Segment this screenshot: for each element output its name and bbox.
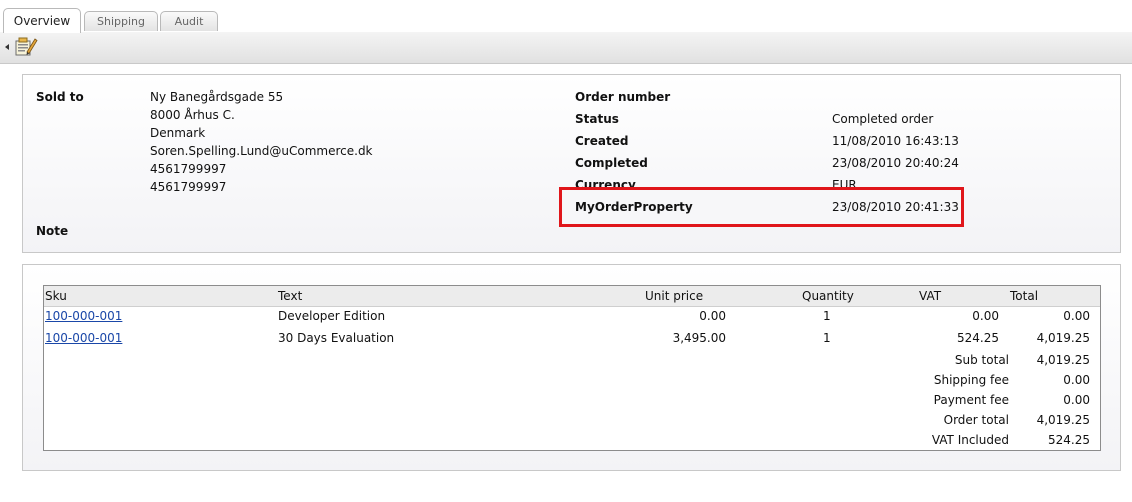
table-row-quantity: 1	[823, 309, 831, 323]
header-quantity: Quantity	[802, 289, 854, 303]
highlight-box	[559, 187, 964, 227]
vat-included-label: VAT Included	[931, 433, 1009, 447]
completed-value: 23/08/2010 20:40:24	[832, 156, 959, 170]
sold-to-label: Sold to	[36, 90, 84, 104]
header-unit-price: Unit price	[645, 289, 704, 303]
address-line: 8000 Århus C.	[150, 108, 235, 122]
header-vat: VAT	[919, 289, 942, 303]
table-row-total: 4,019.25	[1036, 331, 1090, 345]
tab-audit[interactable]: Audit	[160, 11, 218, 31]
status-label: Status	[575, 112, 619, 126]
sub-total-label: Sub total	[954, 353, 1009, 367]
sub-total-value: 4,019.25	[1036, 353, 1090, 367]
table-row-total: 0.00	[1063, 309, 1090, 323]
table-row-vat: 524.25	[957, 331, 999, 345]
table-row-text: 30 Days Evaluation	[278, 331, 395, 345]
order-total-value: 4,019.25	[1036, 413, 1090, 427]
sku-link[interactable]: 100-000-001	[45, 309, 122, 323]
properties-icon[interactable]	[14, 35, 38, 57]
table-row-text: Developer Edition	[278, 309, 386, 323]
status-value: Completed order	[832, 112, 934, 126]
order-total-label: Order total	[943, 413, 1009, 427]
created-value: 11/08/2010 16:43:13	[832, 134, 959, 148]
sku-link[interactable]: 100-000-001	[45, 331, 122, 345]
table-row-unit-price: 3,495.00	[672, 331, 726, 345]
shipping-fee-label: Shipping fee	[933, 373, 1009, 387]
shipping-fee-value: 0.00	[1063, 373, 1090, 387]
header-text: Text	[278, 289, 303, 303]
table-row-sku[interactable]: 100-000-001	[45, 331, 122, 345]
note-label: Note	[36, 224, 69, 238]
toolbar	[0, 32, 1132, 64]
header-total: Total	[1010, 289, 1039, 303]
order-number-label: Order number	[575, 90, 671, 104]
address-line: Ny Banegårdsgade 55	[150, 90, 284, 104]
collapse-arrow-icon[interactable]	[5, 44, 9, 50]
table-row-sku[interactable]: 100-000-001	[45, 309, 122, 323]
vat-included-value: 524.25	[1048, 433, 1090, 447]
customer-phone: 4561799997	[150, 162, 227, 176]
address-line: Denmark	[150, 126, 206, 140]
order-lines-table: Sku Text Unit price Quantity VAT Total 1…	[43, 285, 1101, 451]
created-label: Created	[575, 134, 629, 148]
header-sku: Sku	[45, 289, 67, 303]
customer-email: Soren.Spelling.Lund@uCommerce.dk	[150, 144, 373, 158]
completed-label: Completed	[575, 156, 648, 170]
tab-overview[interactable]: Overview	[3, 8, 81, 33]
customer-mobile: 4561799997	[150, 180, 227, 194]
payment-fee-label: Payment fee	[933, 393, 1009, 407]
table-row-vat: 0.00	[972, 309, 999, 323]
table-header: Sku Text Unit price Quantity VAT Total	[44, 286, 1100, 307]
tab-bar: Overview Shipping Audit	[0, 0, 1132, 33]
table-row-quantity: 1	[823, 331, 831, 345]
table-row-unit-price: 0.00	[699, 309, 726, 323]
payment-fee-value: 0.00	[1063, 393, 1090, 407]
tab-shipping[interactable]: Shipping	[84, 11, 158, 31]
